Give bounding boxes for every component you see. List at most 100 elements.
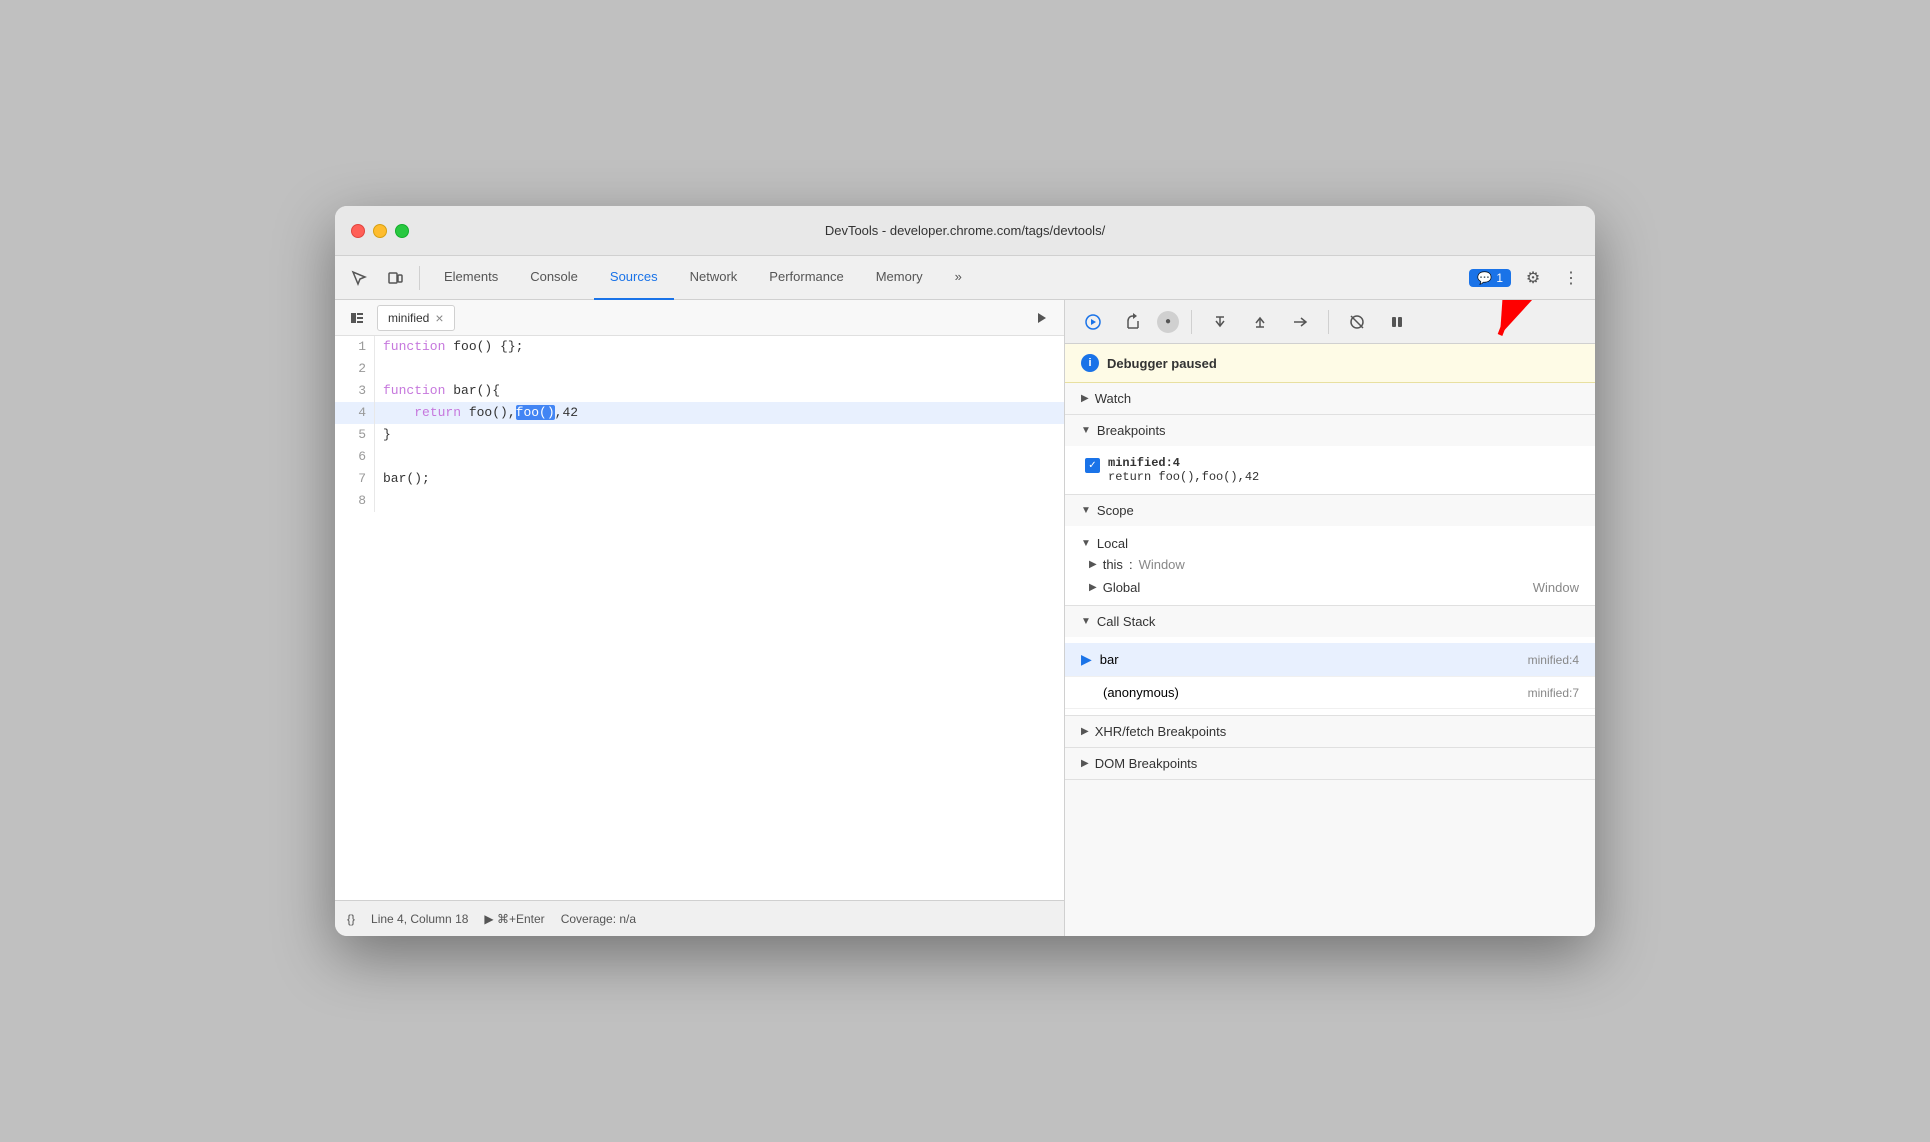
breakpoint-checkbox-1[interactable]: ✓ xyxy=(1085,458,1100,473)
line-num-8: 8 xyxy=(335,490,375,512)
deactivate-breakpoints-btn[interactable] xyxy=(1341,306,1373,338)
line-num-4: 4 xyxy=(335,402,375,424)
line-num-5: 5 xyxy=(335,424,375,446)
step-out-btn[interactable] xyxy=(1244,306,1276,338)
code-line-1: 1 function foo() {}; xyxy=(335,336,1064,358)
notification-count: 1 xyxy=(1496,271,1503,285)
scope-triangle: ▼ xyxy=(1081,505,1091,516)
xhr-triangle: ▶ xyxy=(1081,726,1089,737)
panel-toolbar: minified × xyxy=(335,300,1064,336)
local-section-header[interactable]: ▼ Local xyxy=(1065,532,1595,553)
dom-label: DOM Breakpoints xyxy=(1095,756,1198,771)
resume-btn[interactable] xyxy=(1077,306,1109,338)
tab-console[interactable]: Console xyxy=(514,256,594,300)
frame-anonymous-name: (anonymous) xyxy=(1103,685,1179,700)
minimize-button[interactable] xyxy=(373,224,387,238)
call-stack-content: ▶ bar minified:4 (anonymous) minified:7 xyxy=(1065,637,1595,715)
section-call-stack-header[interactable]: ▼ Call Stack xyxy=(1065,606,1595,637)
cursor-position: Line 4, Column 18 xyxy=(371,912,468,926)
code-line-5: 5 } xyxy=(335,424,1064,446)
scope-this-item: ▶ this : Window xyxy=(1065,553,1595,576)
file-tab-close[interactable]: × xyxy=(435,310,443,326)
left-panel: minified × 1 function foo() {}; xyxy=(335,300,1065,936)
scope-label: Scope xyxy=(1097,503,1134,518)
line-content-4: return foo(),foo(),42 xyxy=(375,402,586,424)
local-triangle: ▼ xyxy=(1081,538,1091,549)
step-over-btn[interactable] xyxy=(1117,306,1149,338)
call-stack-frame-bar[interactable]: ▶ bar minified:4 xyxy=(1065,643,1595,677)
code-line-2: 2 xyxy=(335,358,1064,380)
call-stack-frame-anonymous[interactable]: (anonymous) minified:7 xyxy=(1065,677,1595,709)
pretty-print-btn[interactable]: {} xyxy=(347,912,355,926)
pause-caught-btn[interactable] xyxy=(1381,306,1413,338)
main-toolbar: Elements Console Sources Network Perform… xyxy=(335,256,1595,300)
debug-toolbar: ● xyxy=(1065,300,1595,344)
frame-bar-name: bar xyxy=(1100,652,1119,667)
show-navigator-btn[interactable] xyxy=(343,304,371,332)
more-options-btn[interactable]: ⋮ xyxy=(1555,262,1587,294)
line-content-8 xyxy=(375,490,391,512)
code-editor[interactable]: 1 function foo() {}; 2 3 function bar(){ xyxy=(335,336,1064,900)
maximize-button[interactable] xyxy=(395,224,409,238)
notification-badge[interactable]: 💬 1 xyxy=(1469,269,1511,287)
panel-exec-btn[interactable] xyxy=(1028,304,1056,332)
file-tab-minified[interactable]: minified × xyxy=(377,305,455,331)
section-dom-header[interactable]: ▶ DOM Breakpoints xyxy=(1065,748,1595,779)
code-line-7: 7 bar(); xyxy=(335,468,1064,490)
global-triangle: ▶ xyxy=(1089,582,1097,593)
step-btn[interactable] xyxy=(1284,306,1316,338)
line-num-7: 7 xyxy=(335,468,375,490)
frame-bar-location: minified:4 xyxy=(1528,653,1579,667)
debug-separator-1 xyxy=(1191,310,1192,334)
section-scope-header[interactable]: ▼ Scope xyxy=(1065,495,1595,526)
devtools-body: minified × 1 function foo() {}; xyxy=(335,300,1595,936)
info-icon: i xyxy=(1081,354,1099,372)
line-num-6: 6 xyxy=(335,446,375,468)
devtools-window: DevTools - developer.chrome.com/tags/dev… xyxy=(335,206,1595,936)
this-colon: : xyxy=(1129,557,1133,572)
breakpoints-label: Breakpoints xyxy=(1097,423,1166,438)
debug-toolbar-wrapper: ● xyxy=(1065,300,1595,344)
section-breakpoints: ▼ Breakpoints ✓ minified:4 return foo(),… xyxy=(1065,415,1595,495)
step-into-btn[interactable] xyxy=(1204,306,1236,338)
pause-exceptions-btn[interactable]: ● xyxy=(1157,311,1179,333)
device-toolbar-btn[interactable] xyxy=(379,262,411,294)
traffic-lights xyxy=(351,224,409,238)
line-content-5: } xyxy=(375,424,399,446)
section-xhr-header[interactable]: ▶ XHR/fetch Breakpoints xyxy=(1065,716,1595,747)
global-section[interactable]: ▶ Global Window xyxy=(1065,576,1595,599)
toolbar-separator-1 xyxy=(419,266,420,290)
breakpoint-location: minified:4 xyxy=(1108,456,1259,470)
line-num-1: 1 xyxy=(335,336,375,358)
tab-elements[interactable]: Elements xyxy=(428,256,514,300)
devtools-container: Elements Console Sources Network Perform… xyxy=(335,256,1595,936)
breakpoint-item-1: ✓ minified:4 return foo(),foo(),42 xyxy=(1065,452,1595,488)
file-tab-name: minified xyxy=(388,311,429,325)
right-panel: ● xyxy=(1065,300,1595,936)
this-triangle: ▶ xyxy=(1089,559,1097,570)
tab-sources[interactable]: Sources xyxy=(594,256,674,300)
run-btn[interactable]: ▶ ⌘+Enter xyxy=(484,912,544,926)
tab-performance[interactable]: Performance xyxy=(753,256,859,300)
line-content-2 xyxy=(375,358,391,380)
debug-separator-2 xyxy=(1328,310,1329,334)
this-key: this xyxy=(1103,557,1123,572)
section-breakpoints-header[interactable]: ▼ Breakpoints xyxy=(1065,415,1595,446)
tab-memory[interactable]: Memory xyxy=(860,256,939,300)
line-content-7: bar(); xyxy=(375,468,438,490)
line-num-2: 2 xyxy=(335,358,375,380)
tab-network[interactable]: Network xyxy=(674,256,754,300)
breakpoints-content: ✓ minified:4 return foo(),foo(),42 xyxy=(1065,446,1595,494)
section-watch-header[interactable]: ▶ Watch xyxy=(1065,383,1595,414)
code-line-8: 8 xyxy=(335,490,1064,512)
tab-more[interactable]: » xyxy=(939,256,978,300)
local-label: Local xyxy=(1097,536,1128,551)
xhr-label: XHR/fetch Breakpoints xyxy=(1095,724,1227,739)
close-button[interactable] xyxy=(351,224,365,238)
call-stack-triangle: ▼ xyxy=(1081,616,1091,627)
inspect-element-btn[interactable] xyxy=(343,262,375,294)
settings-btn[interactable]: ⚙ xyxy=(1517,262,1549,294)
line-content-3: function bar(){ xyxy=(375,380,508,402)
section-scope: ▼ Scope ▼ Local ▶ this : Windo xyxy=(1065,495,1595,606)
breakpoints-triangle: ▼ xyxy=(1081,425,1091,436)
